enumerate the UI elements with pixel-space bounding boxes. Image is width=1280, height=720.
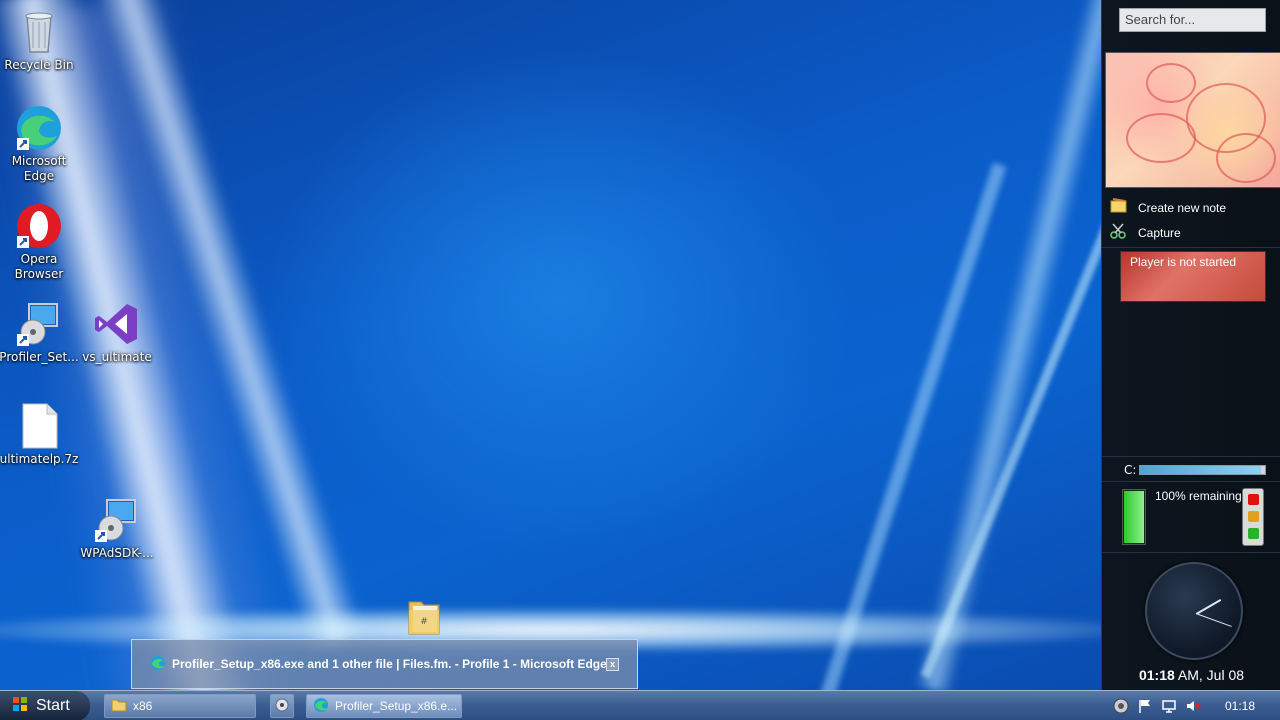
desktop-icon-label: ultimatelp.7z — [0, 452, 79, 466]
desktop-icon-profiler-setup[interactable]: Profiler_Set... — [0, 300, 79, 365]
globe-icon[interactable] — [1113, 698, 1129, 714]
folder-icon — [111, 698, 127, 715]
edge-icon — [313, 697, 329, 716]
sidebar-divider — [1102, 456, 1280, 457]
windows-logo-icon — [12, 696, 28, 717]
clock-time: 01:18 — [1138, 667, 1175, 683]
taskbar: Start x86 Profiler_Setup_x86.e... 01:18 — [0, 690, 1280, 720]
taskbar-button-label: x86 — [133, 699, 153, 713]
desktop-icon-label: Profiler_Set... — [0, 350, 79, 364]
battery-status-text: 100% remaining — [1155, 489, 1242, 503]
note-icon — [1110, 198, 1128, 217]
edge-icon — [15, 104, 63, 152]
red-light-icon — [1248, 494, 1259, 505]
minute-hand — [1195, 613, 1232, 627]
desktop-icon-label: Opera Browser — [14, 252, 64, 281]
create-note-button[interactable]: Create new note — [1110, 198, 1226, 217]
installer-icon — [93, 496, 141, 544]
recycle-bin-icon — [15, 8, 63, 56]
battery-meter — [1122, 489, 1146, 545]
capture-button[interactable]: Capture — [1110, 223, 1181, 242]
opera-icon — [15, 202, 63, 250]
slideshow-gadget[interactable] — [1105, 52, 1280, 188]
desktop-icon-label: Recycle Bin — [4, 58, 74, 72]
volume-muted-icon[interactable] — [1185, 698, 1201, 714]
dragged-folder-icon[interactable]: # — [407, 596, 441, 636]
flag-icon[interactable] — [1137, 698, 1153, 714]
network-icon[interactable] — [1161, 698, 1177, 714]
file-icon — [15, 402, 63, 450]
hour-hand — [1196, 599, 1222, 615]
taskbar-button-x86[interactable]: x86 — [104, 694, 256, 718]
close-icon[interactable]: x — [606, 658, 619, 671]
app-icon — [275, 698, 289, 715]
visual-studio-icon — [93, 300, 141, 348]
status-lights — [1242, 488, 1264, 546]
start-label: Start — [36, 697, 70, 714]
drive-label: C: — [1124, 463, 1137, 477]
preview-title: Profiler_Setup_x86.exe and 1 other file … — [172, 657, 607, 671]
desktop-icon-label: vs_ultimate — [82, 350, 152, 364]
media-player-gadget[interactable]: Player is not started — [1120, 251, 1266, 302]
desktop-icon-wpadsdk[interactable]: WPAdSDK-... — [77, 496, 157, 561]
taskbar-button-app[interactable] — [270, 694, 294, 718]
capture-label: Capture — [1138, 225, 1181, 240]
taskbar-button-edge[interactable]: Profiler_Setup_x86.e... — [306, 694, 462, 718]
drive-usage-fill — [1140, 466, 1262, 474]
windows-sidebar: Search for... Create new note Capture Pl… — [1101, 0, 1280, 690]
sidebar-search-input[interactable]: Search for... — [1119, 8, 1266, 32]
scissors-icon — [1110, 223, 1128, 242]
desktop-icon-opera[interactable]: Opera Browser — [0, 202, 79, 282]
sidebar-divider — [1102, 481, 1280, 482]
taskbar-preview-tooltip[interactable]: Profiler_Setup_x86.exe and 1 other file … — [131, 639, 638, 689]
amber-light-icon — [1248, 511, 1259, 522]
player-status: Player is not started — [1130, 255, 1237, 269]
desktop-icon-label: WPAdSDK-... — [80, 546, 154, 560]
start-button[interactable]: Start — [0, 691, 90, 720]
tray-clock[interactable]: 01:18 — [1225, 699, 1255, 713]
edge-icon — [150, 655, 166, 674]
sidebar-divider — [1102, 552, 1280, 553]
wallpaper-streak — [913, 0, 1127, 695]
desktop-icon-ultimatelp[interactable]: ultimatelp.7z — [0, 402, 79, 467]
svg-text:#: # — [420, 617, 428, 627]
green-light-icon — [1248, 528, 1259, 539]
clock-date: AM, Jul 08 — [1177, 667, 1245, 683]
desktop-icon-label: Microsoft Edge — [11, 154, 67, 183]
analog-clock[interactable] — [1145, 562, 1243, 660]
desktop-icon-vs-ultimate[interactable]: vs_ultimate — [77, 300, 157, 365]
battery-level-fill — [1124, 491, 1144, 543]
sidebar-divider — [1102, 247, 1280, 248]
desktop-icon-recycle-bin[interactable]: Recycle Bin — [0, 8, 79, 73]
clock-readout: 01:18 AM, Jul 08 — [1102, 667, 1280, 683]
create-note-label: Create new note — [1138, 200, 1227, 215]
installer-icon — [15, 300, 63, 348]
taskbar-button-label: Profiler_Setup_x86.e... — [335, 699, 458, 713]
desktop-icon-edge[interactable]: Microsoft Edge — [0, 104, 79, 184]
drive-usage-meter — [1139, 465, 1266, 475]
system-tray: 01:18 — [1105, 691, 1280, 720]
